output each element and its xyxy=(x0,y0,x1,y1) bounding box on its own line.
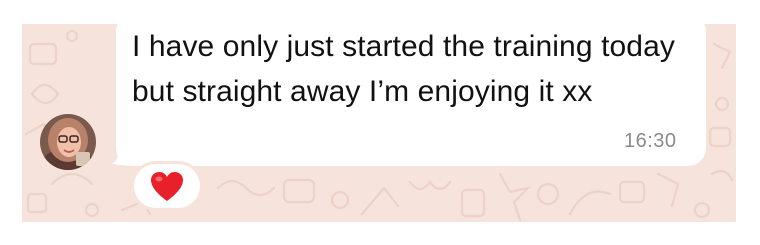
red-heart-icon xyxy=(151,172,183,201)
contact-avatar[interactable] xyxy=(40,114,96,170)
message-timestamp: 16:30 xyxy=(624,130,677,152)
avatar-photo-icon xyxy=(40,114,96,170)
chat-area: I have only just started the training to… xyxy=(22,24,736,222)
message-text: I have only just started the training to… xyxy=(132,30,675,108)
bubble-tail xyxy=(112,144,138,166)
reaction-bubble[interactable] xyxy=(134,164,200,208)
